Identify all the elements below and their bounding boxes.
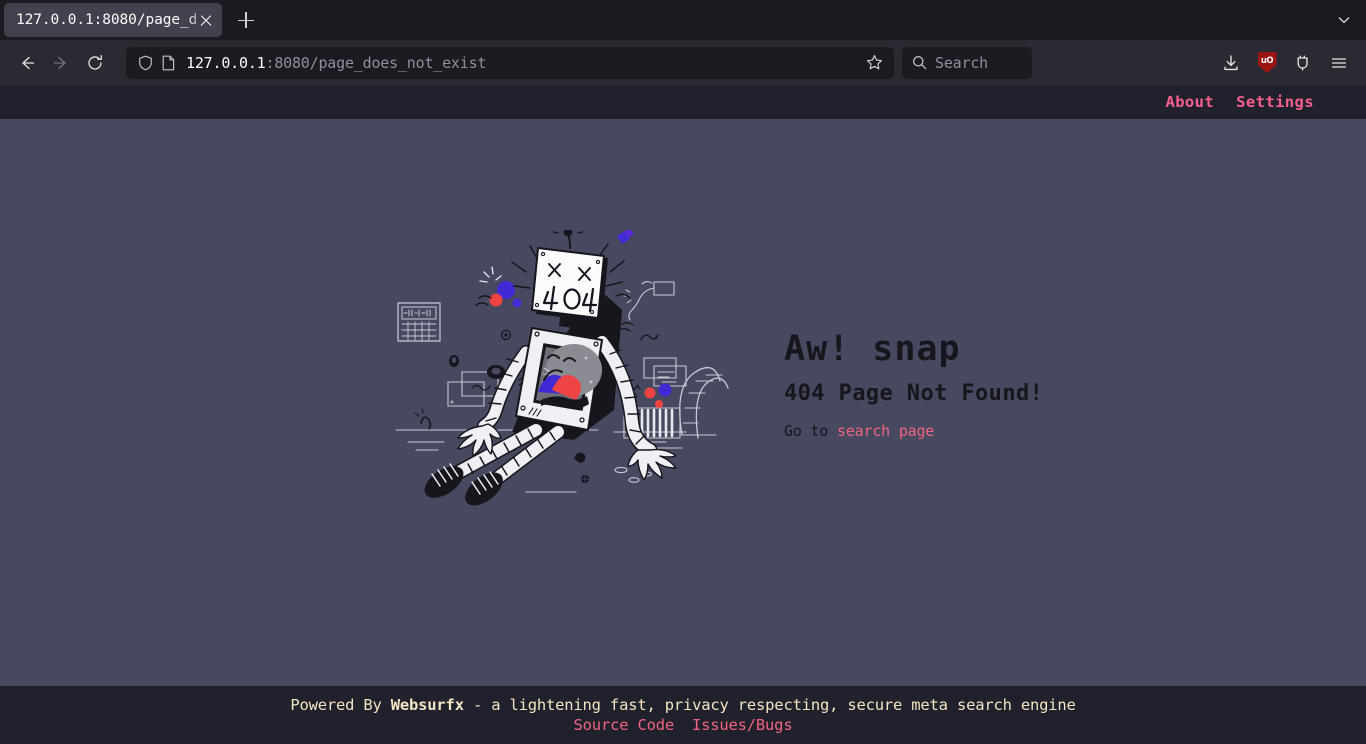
reload-icon[interactable]	[78, 46, 112, 80]
ublock-badge-label: uO	[1257, 52, 1277, 73]
web-page-content: About Settings Aw! snap 404 Page Not Fou…	[0, 85, 1366, 744]
footer-tagline-text: - a lightening fast, privacy respecting,…	[463, 696, 1076, 714]
footer-link-issues-bugs[interactable]: Issues/Bugs	[692, 716, 793, 734]
search-input-placeholder: Search	[935, 53, 988, 72]
arrow-right-icon[interactable]	[44, 46, 78, 80]
url-text: 127.0.0.1:8080/page_does_not_exist	[186, 54, 860, 72]
footer-brand: Websurfx	[390, 696, 464, 714]
new-tab-button[interactable]	[230, 4, 262, 36]
broken-robot-404-illustration	[395, 230, 729, 506]
star-icon[interactable]	[860, 49, 888, 77]
close-icon[interactable]	[196, 10, 216, 30]
search-page-link[interactable]: search page	[837, 422, 934, 440]
extensions-icon[interactable]	[1286, 46, 1320, 80]
search-icon	[912, 55, 927, 70]
search-bar[interactable]: Search	[902, 46, 1032, 79]
browser-chrome: 127.0.0.1:8080/page_does_not_exist	[0, 0, 1366, 85]
nav-link-about[interactable]: About	[1165, 93, 1214, 111]
page-title: Aw! snap	[784, 329, 961, 369]
error-text-block: Aw! snap 404 Page Not Found! Go to searc…	[784, 329, 1044, 441]
app-menu-icon[interactable]	[1322, 46, 1356, 80]
goto-text: Go to search page	[784, 422, 1043, 440]
goto-prefix: Go to	[784, 422, 837, 440]
site-header: About Settings	[0, 85, 1366, 119]
footer-links: Source Code Issues/Bugs	[574, 716, 793, 734]
shield-icon[interactable]	[138, 55, 153, 71]
page-document-icon	[162, 55, 175, 71]
site-footer: Powered By Websurfx - a lightening fast,…	[0, 686, 1366, 744]
chevron-down-icon[interactable]	[1336, 12, 1352, 28]
downloads-icon[interactable]	[1214, 46, 1248, 80]
main-content: Aw! snap 404 Page Not Found! Go to searc…	[0, 119, 1366, 686]
footer-link-source-code[interactable]: Source Code	[574, 716, 675, 734]
error-block: Aw! snap 404 Page Not Found! Go to searc…	[386, 230, 1043, 520]
toolbar-right-group: uO	[1214, 46, 1356, 80]
url-host: 127.0.0.1	[186, 53, 266, 72]
error-subtitle: 404 Page Not Found!	[784, 381, 1044, 406]
footer-powered-prefix: Powered By	[290, 696, 391, 714]
arrow-left-icon[interactable]	[10, 46, 44, 80]
url-path: :8080/page_does_not_exist	[265, 53, 487, 72]
browser-tab[interactable]: 127.0.0.1:8080/page_does_not_exist	[4, 3, 222, 37]
nav-link-settings[interactable]: Settings	[1236, 93, 1314, 111]
footer-tagline: Powered By Websurfx - a lightening fast,…	[290, 696, 1076, 714]
tab-title: 127.0.0.1:8080/page_does_not_exist	[16, 12, 196, 28]
tab-strip: 127.0.0.1:8080/page_does_not_exist	[0, 0, 1366, 40]
ublock-origin-icon[interactable]: uO	[1250, 46, 1284, 80]
address-bar[interactable]: 127.0.0.1:8080/page_does_not_exist	[126, 46, 894, 79]
navigation-toolbar: 127.0.0.1:8080/page_does_not_exist Searc…	[0, 40, 1366, 85]
